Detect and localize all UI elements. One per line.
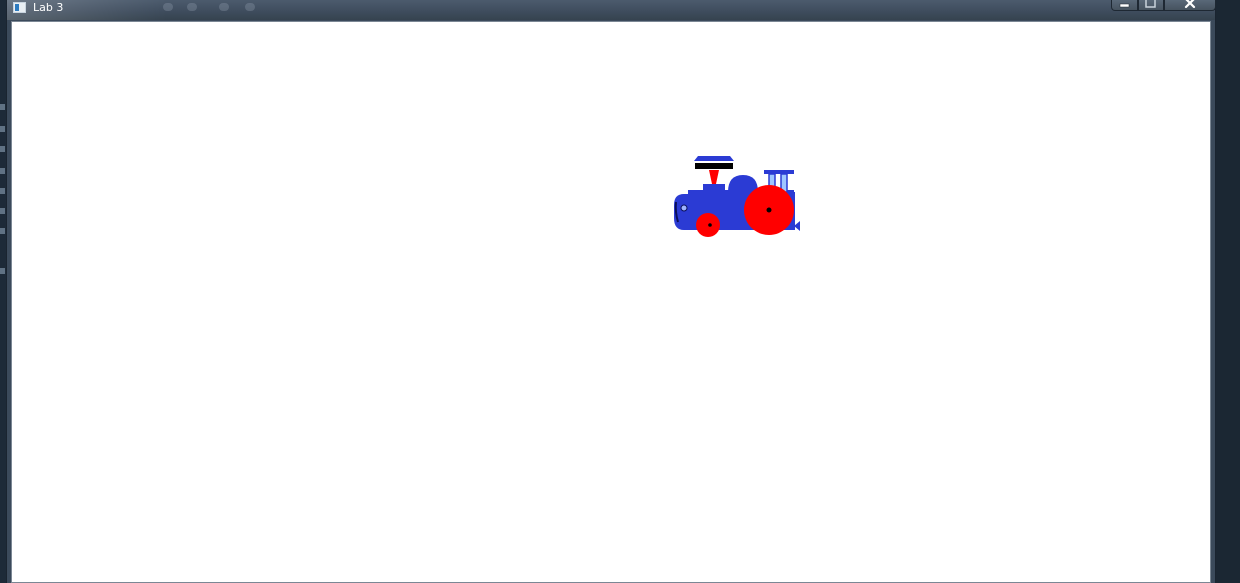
window-caption-buttons xyxy=(1111,0,1216,12)
title-bar[interactable]: Lab 3 xyxy=(7,0,1216,20)
train-wheel-large-hub xyxy=(766,207,772,213)
train-funnel-band xyxy=(695,163,733,169)
desktop: Lab 3 xyxy=(0,0,1240,583)
maximize-button[interactable] xyxy=(1138,0,1164,11)
window-title: Lab 3 xyxy=(33,1,64,14)
app-window: Lab 3 xyxy=(6,0,1216,583)
train-drawing xyxy=(674,156,800,237)
canvas-area[interactable] xyxy=(11,21,1211,583)
train-funnel-base xyxy=(703,184,725,192)
train-dome xyxy=(728,175,758,192)
maximize-icon xyxy=(1145,0,1156,8)
close-icon xyxy=(1184,0,1196,9)
app-icon[interactable] xyxy=(13,2,26,13)
train-wheel-small xyxy=(696,213,720,237)
close-button[interactable] xyxy=(1164,0,1216,11)
train-funnel-neck xyxy=(709,170,719,184)
train-funnel-top xyxy=(694,156,734,161)
train-eye xyxy=(680,204,688,212)
desktop-right-edge xyxy=(1216,0,1240,583)
minimize-button[interactable] xyxy=(1111,0,1138,11)
drawing-canvas xyxy=(674,156,800,237)
blurred-toolbar-icons xyxy=(157,1,267,13)
train-wheel-small-hub xyxy=(708,223,712,227)
minimize-icon xyxy=(1119,3,1130,8)
